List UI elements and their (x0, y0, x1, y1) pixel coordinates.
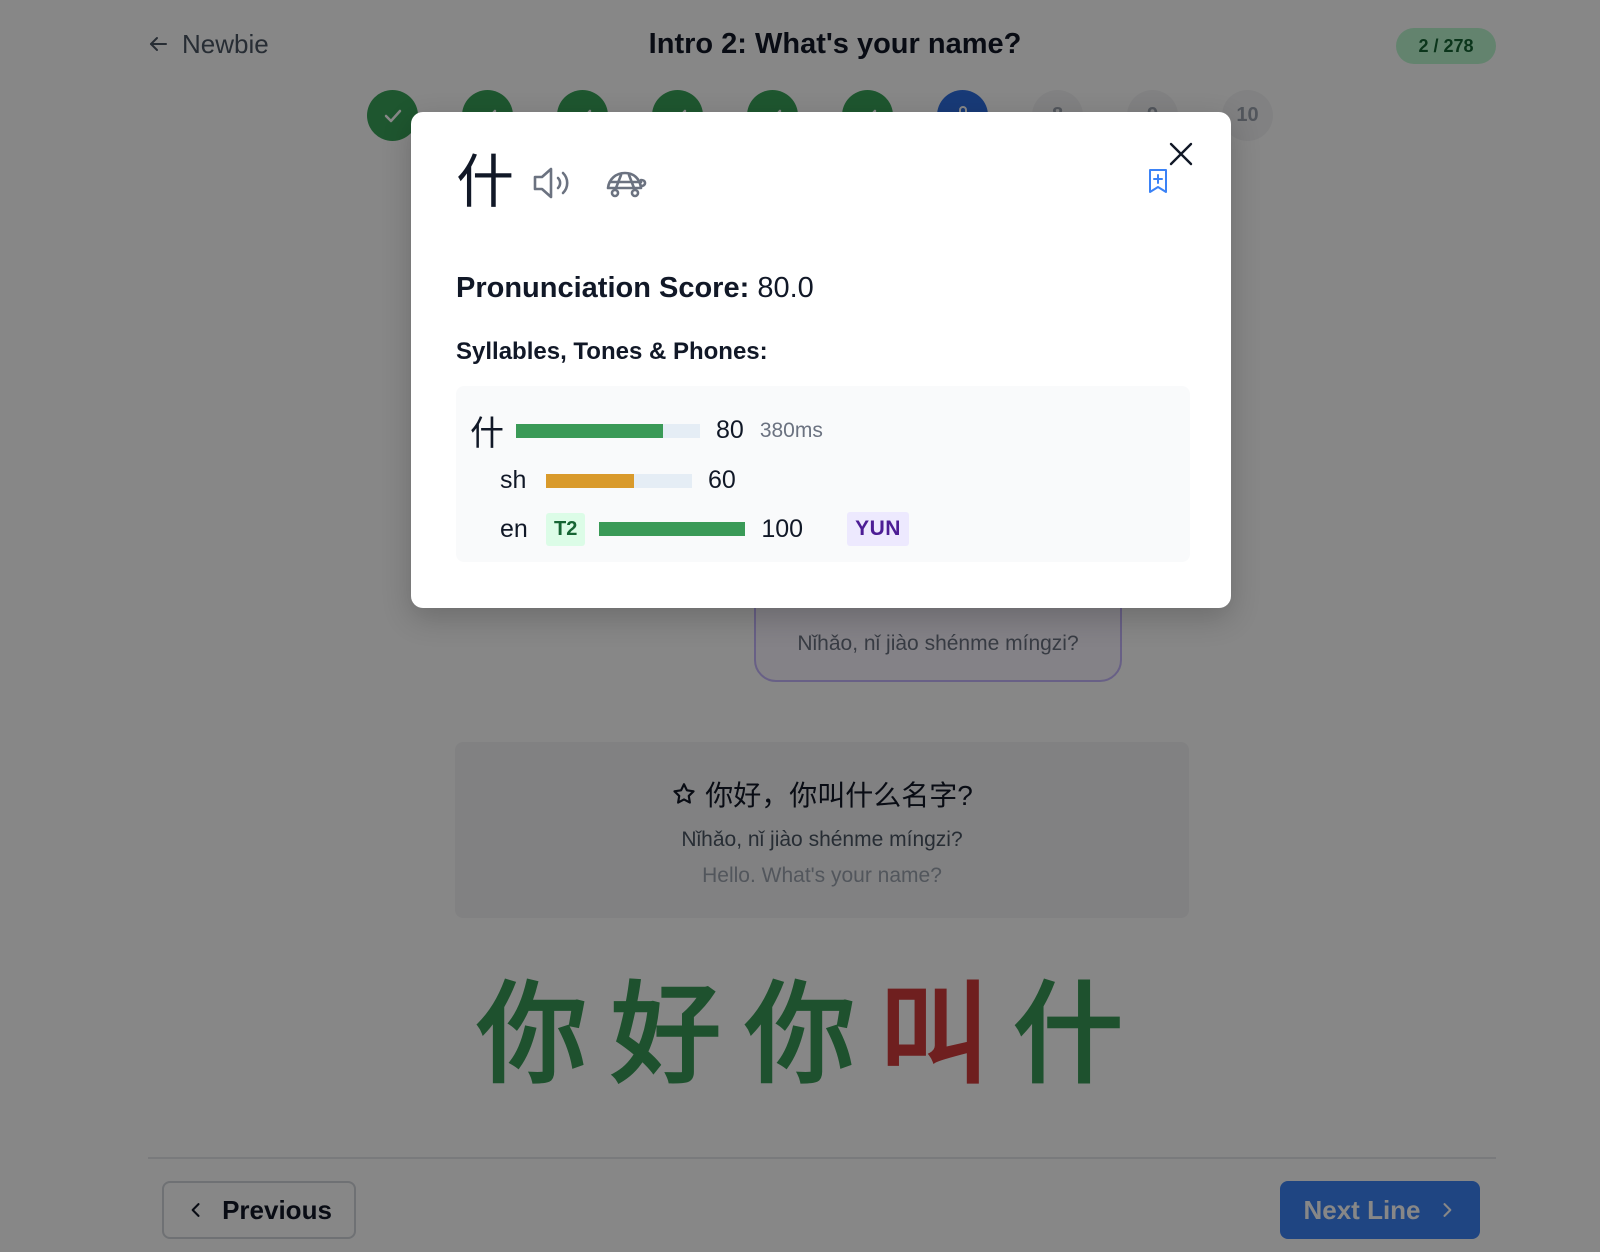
syllable-row: 什 80 380ms (470, 406, 823, 455)
phone-row: en T2 100 YUN (500, 512, 909, 546)
phone-label: en (500, 514, 528, 543)
syllable-char: 什 (470, 415, 504, 453)
bookmark-plus-icon (1149, 169, 1167, 193)
turtle-icon (606, 171, 647, 198)
tone-badge: T2 (546, 512, 586, 546)
phone-score: 100 (761, 514, 804, 543)
slow-playback-button[interactable] (604, 166, 648, 200)
close-modal-button[interactable] (1167, 140, 1195, 168)
syllable-duration: 380ms (759, 418, 823, 442)
pronunciation-score: Pronunciation Score: 80.0 (456, 272, 814, 305)
phone-score-bar-fill (599, 522, 746, 536)
modal-character: 什 (456, 150, 515, 215)
syllables-section-title: Syllables, Tones & Phones: (456, 338, 768, 365)
phone-score-bar (599, 522, 746, 536)
play-audio-button[interactable] (532, 164, 576, 202)
syllable-score: 80 (716, 416, 744, 444)
phone-row: sh 60 (500, 466, 736, 495)
phone-label: sh (500, 466, 527, 494)
speaker-icon (533, 167, 569, 199)
modal-header: 什 (456, 148, 648, 218)
bookmark-add-button[interactable] (1147, 168, 1169, 194)
character-detail-modal: 什 Pronunciation Score: 80.0 Syllables, T… (411, 112, 1231, 608)
close-icon (1169, 142, 1193, 166)
syllable-score-bar-fill (516, 423, 664, 438)
pronunciation-score-label: Pronunciation Score: (456, 272, 750, 304)
pronunciation-score-value: 80.0 (757, 272, 814, 304)
phone-score-bar-fill (546, 473, 634, 488)
phone-score-bar (546, 473, 692, 488)
phone-type-badge: YUN (847, 512, 909, 546)
phone-score: 60 (708, 466, 736, 494)
syllable-score-bar (516, 423, 700, 438)
syllables-panel: 什 80 380ms sh 60 en T2 100 YUN (456, 386, 1190, 562)
